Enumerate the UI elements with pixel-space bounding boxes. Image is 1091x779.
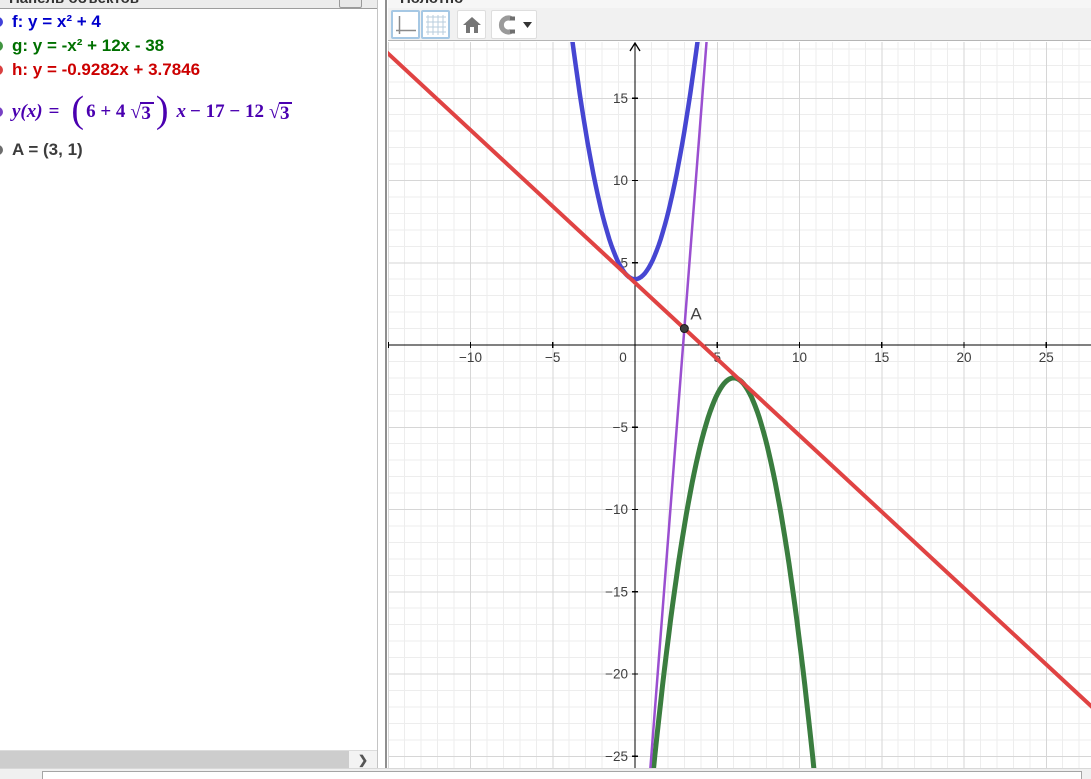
graphics-view[interactable]: −10 −5 5 10 15 20 25 15 10 5 −5 −10 −15 −20 −25 0 A [388,42,1091,768]
input-bar [0,768,1091,779]
scroll-right-button[interactable]: ❯ [351,751,375,768]
math-lhs: y(x) [12,101,43,122]
visibility-dot-y[interactable] [0,107,3,117]
x-axis-label: 10 [792,350,807,365]
y-axis-label: −5 [613,420,628,435]
object-label-g[interactable]: g: y = -x² + 12x - 38 [12,36,164,55]
visibility-dot-f[interactable] [0,17,3,27]
sqrt-1: √ 3 [130,102,154,123]
y-axis-label: 15 [613,91,628,106]
visibility-dot-g[interactable] [0,41,3,51]
object-row-y[interactable]: y(x) = ( 6 + 4 √ 3 ) x − 17 − 12 √ 3 [0,86,377,138]
math-equals: = [48,101,60,122]
object-row-f[interactable]: f: y = x² + 4 [0,12,377,32]
math-x: x [176,101,187,122]
object-label-f[interactable]: f: y = x² + 4 [12,12,101,31]
x-axis-label: 15 [874,350,889,365]
origin-label: 0 [619,350,627,365]
graph-canvas[interactable]: −10 −5 5 10 15 20 2515105−5−10−15−20−250A [388,42,1091,768]
visibility-dot-A[interactable] [0,145,3,155]
grid-icon [425,14,446,35]
math-close-paren: ) [155,89,169,131]
point-A[interactable] [679,324,689,334]
algebra-panel-header: Панель объектов [0,0,377,9]
algebra-panel-title: Панель объектов [9,0,139,7]
radicand-2: 3 [278,102,293,123]
x-axis-label: 20 [956,350,971,365]
object-label-h[interactable]: h: y = -0.9282x + 3.7846 [12,60,200,79]
radicand-1: 3 [140,102,154,123]
algebra-panel: Панель объектов f: y = x² + 4 g: y = -x²… [0,0,378,768]
object-row-A[interactable]: A = (3, 1) [0,140,377,160]
curve-h[interactable] [388,42,1091,725]
toggle-axes-button[interactable] [391,10,420,39]
math-term2: − 17 − 12 [190,101,264,122]
math-term1: 6 + 4 [86,101,126,122]
toggle-grid-button[interactable] [421,10,450,39]
graphics-panel: Полотно [388,0,1091,768]
x-axis-label: −10 [459,350,482,365]
x-axis-label: 25 [1039,350,1054,365]
snap-to-grid-button[interactable] [491,10,537,39]
graphics-stylebar [388,8,1091,41]
command-input[interactable] [42,771,1082,779]
home-icon [462,16,481,33]
y-axis-label: 10 [613,173,628,188]
home-view-button[interactable] [457,10,486,39]
point-label-A: A [690,305,702,324]
x-axis-label: −5 [545,350,560,365]
graphics-panel-header: Полотно [388,0,1091,8]
panel-menu-button[interactable] [339,0,362,8]
sqrt-2: √ 3 [269,102,293,123]
horizontal-scrollbar[interactable]: ❯ [0,750,377,768]
magnet-icon [498,15,515,34]
y-axis-label: −25 [605,749,628,764]
scrollbar-thumb[interactable] [0,751,349,768]
y-axis-label: −10 [605,502,628,517]
math-open-paren: ( [71,89,85,131]
axes-icon [395,15,416,34]
curve-y[interactable] [619,42,734,768]
object-row-h[interactable]: h: y = -0.9282x + 3.7846 [0,60,377,80]
y-axis-label: −20 [605,667,628,682]
geogebra-window: Панель объектов f: y = x² + 4 g: y = -x²… [0,0,1091,779]
object-label-A[interactable]: A = (3, 1) [12,140,83,159]
graphics-panel-title: Полотно [400,0,463,7]
object-row-g[interactable]: g: y = -x² + 12x - 38 [0,36,377,56]
panel-divider[interactable] [385,0,387,768]
y-axis-label: −15 [605,584,628,599]
visibility-dot-h[interactable] [0,65,3,75]
chevron-down-icon [522,21,532,28]
